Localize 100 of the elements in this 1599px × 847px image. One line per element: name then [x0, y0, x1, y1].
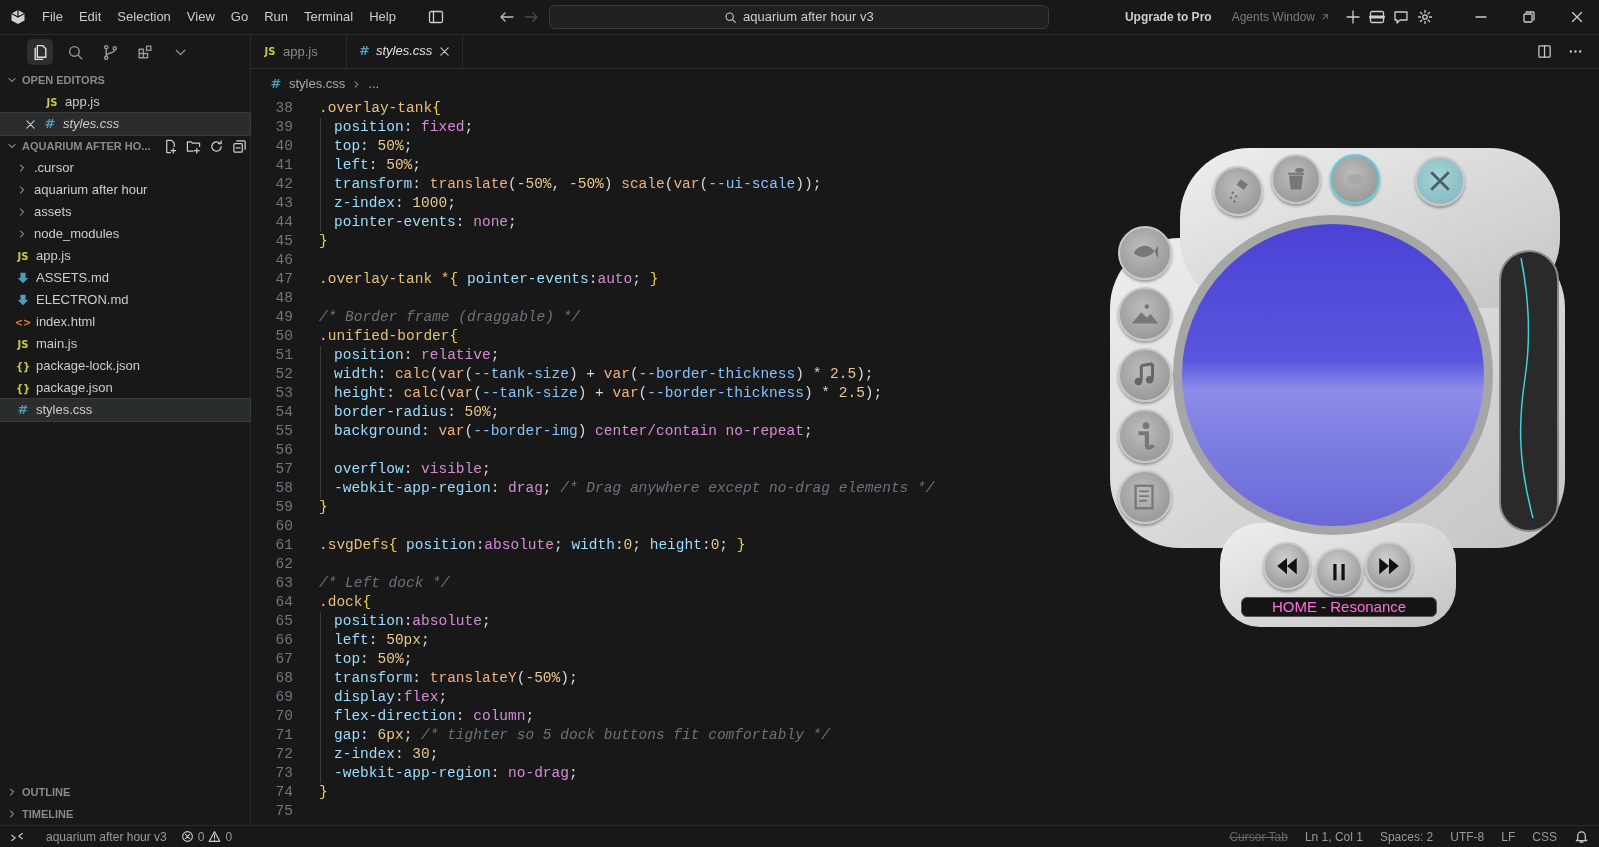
explorer-entry[interactable]: JS app.js [0, 245, 250, 267]
explorer-entry[interactable]: ELECTRON.md [0, 289, 250, 311]
upgrade-link[interactable]: Upgrade to Pro [1124, 8, 1212, 26]
hash-icon: # [359, 41, 370, 61]
open-editor-item[interactable]: JS app.js [0, 91, 250, 113]
breadcrumb-item[interactable]: ... [368, 74, 380, 94]
external-link-icon [1319, 11, 1331, 23]
line-number: 54 [274, 403, 293, 422]
explorer-entry[interactable]: {} package.json [0, 377, 250, 399]
line-number: 60 [274, 517, 293, 536]
line-number: 51 [274, 346, 293, 365]
section-title[interactable]: OPEN EDITORS [22, 71, 105, 89]
restore-icon[interactable] [1521, 9, 1537, 25]
collapse-icon[interactable] [231, 138, 247, 154]
section-title[interactable]: AQUARIUM AFTER HO... [22, 137, 151, 155]
code-line: /* Border frame (draggable) */ [318, 308, 581, 327]
new-folder-icon[interactable] [185, 138, 201, 154]
folder-item[interactable]: .cursor [0, 157, 250, 179]
sidebar-toggle-icon[interactable] [427, 9, 444, 25]
js-file-icon: JS [45, 94, 59, 110]
folder-item[interactable]: aquarium after hour [0, 179, 250, 201]
section-title[interactable]: OUTLINE [22, 783, 71, 801]
line-number: 38 [274, 99, 293, 118]
line-number: 66 [274, 631, 293, 650]
code-line: .overlay-tank *{ pointer-events:auto; } [318, 270, 659, 289]
explorer-entry[interactable]: {} package-lock.json [0, 355, 250, 377]
plus-icon[interactable] [1345, 9, 1361, 25]
menu-item[interactable]: File [34, 7, 71, 27]
line-number: 67 [274, 650, 293, 669]
close-icon[interactable] [1569, 9, 1585, 25]
now-playing-label: HOME - Resonance [1241, 597, 1437, 617]
agents-window-link[interactable]: Agents Window [1231, 8, 1331, 26]
line-number: 72 [274, 745, 293, 764]
hash-icon: # [16, 400, 30, 420]
line-number: 42 [274, 175, 293, 194]
status-item[interactable]: LF [1501, 827, 1516, 846]
settings-icon[interactable] [1417, 9, 1433, 25]
chat-icon[interactable] [1393, 9, 1409, 25]
code-line: .overlay-tank{ [318, 99, 441, 118]
menu-item[interactable]: Selection [109, 7, 179, 27]
close-icon[interactable] [24, 117, 37, 131]
close-icon[interactable] [438, 44, 452, 58]
line-number: 57 [274, 460, 293, 479]
line-number: 43 [274, 194, 293, 213]
braces-icon: {} [16, 358, 30, 374]
explorer-entry[interactable]: ASSETS.md [0, 267, 250, 289]
line-number: 70 [274, 707, 293, 726]
code-line: } [318, 498, 328, 517]
js-file-icon: JS [263, 44, 277, 59]
status-item[interactable]: UTF-8 [1450, 827, 1485, 846]
explorer-entry[interactable]: JS main.js [0, 333, 250, 355]
fish-button[interactable] [1118, 226, 1172, 280]
menu-item[interactable]: Terminal [296, 7, 362, 27]
line-number: 74 [274, 783, 293, 802]
section-title[interactable]: TIMELINE [22, 805, 74, 823]
code-line: } [318, 232, 328, 251]
line-number: 40 [274, 137, 293, 156]
files-icon[interactable] [27, 39, 53, 65]
folder-item[interactable]: assets [0, 201, 250, 223]
problems-indicator[interactable]: 0 0 [180, 827, 233, 846]
explorer-entry[interactable]: <> index.html [0, 311, 250, 333]
refresh-icon[interactable] [208, 138, 224, 154]
code-brackets-icon: <> [16, 314, 30, 330]
menu-item[interactable]: Edit [70, 7, 110, 27]
project-name[interactable]: aquarium after hour v3 [46, 827, 167, 846]
code-line: /* Left dock */ [318, 574, 450, 593]
bell-icon[interactable] [1574, 829, 1589, 844]
status-item[interactable]: Spaces: 2 [1379, 827, 1434, 846]
line-number: 49 [274, 308, 293, 327]
line-number: 46 [274, 251, 293, 270]
split-editor-icon[interactable] [1537, 44, 1552, 59]
line-number: 45 [274, 232, 293, 251]
line-number: 50 [274, 327, 293, 346]
error-icon [180, 830, 194, 843]
line-number: 44 [274, 213, 293, 232]
menu-item[interactable]: Run [256, 7, 296, 27]
breadcrumb-item[interactable]: styles.css [289, 74, 346, 94]
js-file-icon: JS [16, 248, 30, 264]
js-file-icon: JS [16, 336, 30, 352]
line-number: 62 [274, 555, 293, 574]
status-item[interactable]: Ln 1, Col 1 [1304, 827, 1363, 846]
folder-item[interactable]: node_modules [0, 223, 250, 245]
line-number: 68 [274, 669, 293, 688]
code-line: .svgDefs{ position:absolute; width:0; height:0; } [318, 536, 746, 555]
menu-item[interactable]: Help [361, 7, 404, 27]
search-icon [723, 10, 737, 24]
panel-icon[interactable] [1369, 9, 1385, 25]
app-logo-icon [10, 9, 26, 25]
line-number: 61 [274, 536, 293, 555]
line-number: 69 [274, 688, 293, 707]
open-editor-item[interactable]: # styles.css [0, 113, 250, 135]
line-number: 53 [274, 384, 293, 403]
code-line: .unified-border{ [318, 327, 459, 346]
search-field[interactable]: aquarium after hour v3 [548, 5, 1049, 29]
menu-item[interactable]: Go [222, 7, 257, 27]
menu-item[interactable]: View [178, 7, 223, 27]
download-arrow-icon [16, 271, 30, 285]
explorer-entry[interactable]: # styles.css [0, 399, 250, 421]
line-number: 52 [274, 365, 293, 384]
status-item[interactable]: CSS [1532, 827, 1557, 846]
